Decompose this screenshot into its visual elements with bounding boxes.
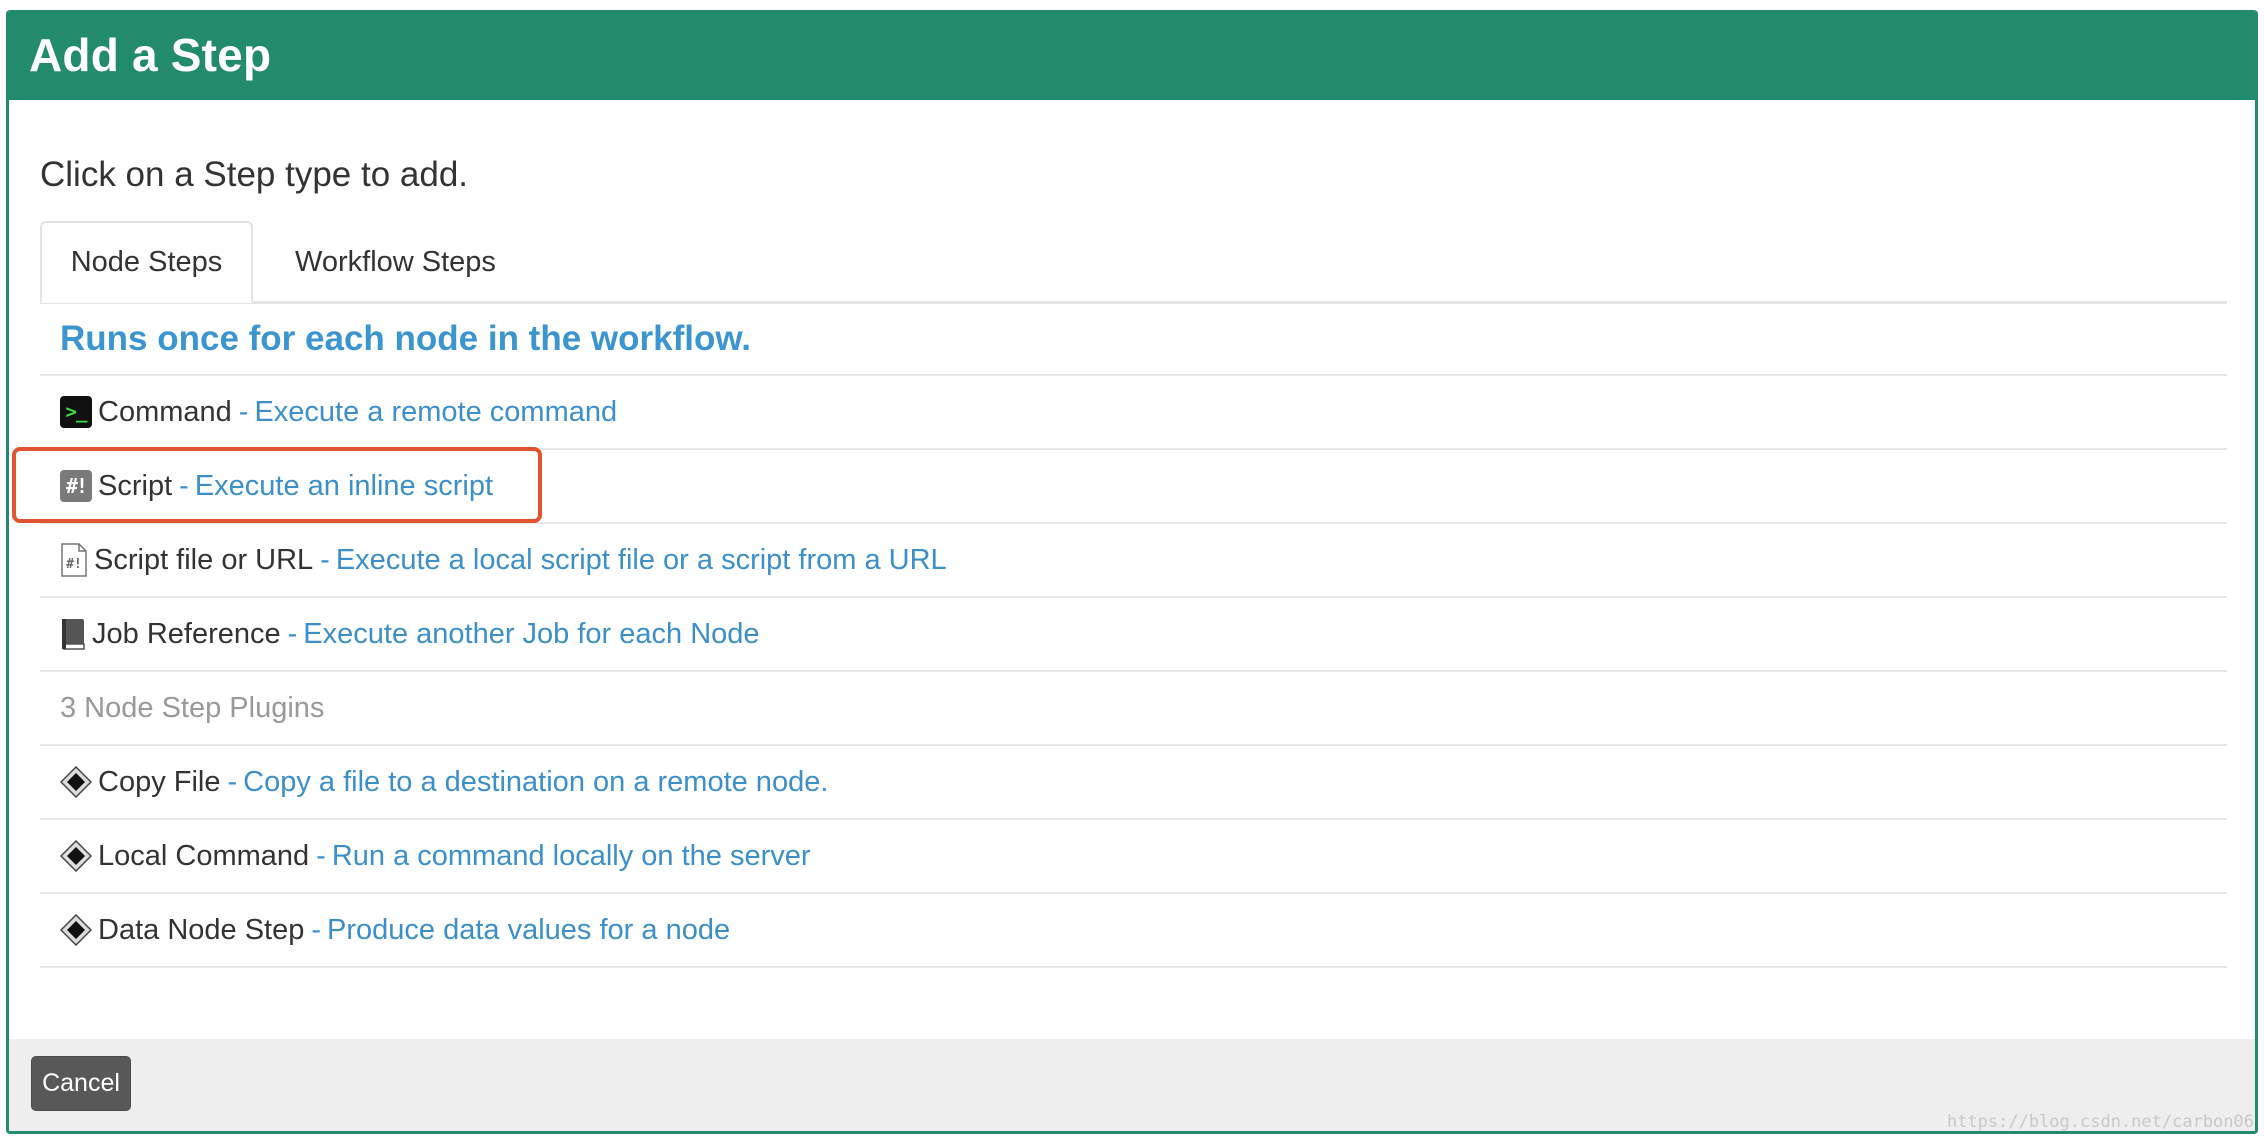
node-steps-header: Runs once for each node in the workflow. <box>40 304 2227 376</box>
book-icon <box>60 618 86 650</box>
step-copy-file[interactable]: Copy File - Copy a file to a destination… <box>40 746 2227 820</box>
step-description: Execute a local script file or a script … <box>335 543 947 576</box>
cancel-button[interactable]: Cancel <box>31 1056 131 1111</box>
step-name: Job Reference <box>92 617 281 650</box>
tab-workflow-steps[interactable]: Workflow Steps <box>295 221 496 303</box>
step-name: Data Node Step <box>98 913 305 946</box>
step-name: Copy File <box>98 765 221 798</box>
dialog-body: Click on a Step type to add. Node Steps … <box>9 100 2255 1039</box>
step-name: Script <box>98 469 173 502</box>
step-description: Execute another Job for each Node <box>303 617 760 650</box>
step-separator: - <box>320 543 330 576</box>
diamond-icon <box>60 914 92 946</box>
dialog-footer: Cancel <box>9 1039 2255 1131</box>
tab-node-steps[interactable]: Node Steps <box>40 221 253 303</box>
step-description: Copy a file to a destination on a remote… <box>243 765 829 798</box>
step-script[interactable]: #! Script - Execute an inline script <box>40 450 2227 524</box>
step-description: Run a command locally on the server <box>331 839 811 872</box>
step-script-file[interactable]: #! Script file or URL - Execute a local … <box>40 524 2227 598</box>
step-command[interactable]: >_ Command - Execute a remote command <box>40 376 2227 450</box>
terminal-icon: >_ <box>60 396 92 428</box>
step-name: Local Command <box>98 839 310 872</box>
step-separator: - <box>179 469 189 502</box>
step-description: Execute a remote command <box>254 395 618 428</box>
step-local-command[interactable]: Local Command - Run a command locally on… <box>40 820 2227 894</box>
instruction-text: Click on a Step type to add. <box>40 155 469 194</box>
step-name: Command <box>98 395 232 428</box>
step-type-tabs: Node Steps Workflow Steps <box>40 221 2227 304</box>
step-separator: - <box>311 913 322 946</box>
add-step-dialog: Add a Step Click on a Step type to add. … <box>6 10 2258 1134</box>
step-job-reference[interactable]: Job Reference - Execute another Job for … <box>40 598 2227 672</box>
node-steps-list: Runs once for each node in the workflow.… <box>40 304 2227 968</box>
dialog-header: Add a Step <box>9 10 2255 100</box>
script-file-icon: #! <box>60 543 88 577</box>
step-separator: - <box>287 617 298 650</box>
step-data-node-step[interactable]: Data Node Step - Produce data values for… <box>40 894 2227 968</box>
plugins-count-label: 3 Node Step Plugins <box>40 672 2227 746</box>
step-name: Script file or URL <box>94 543 314 576</box>
step-separator: - <box>227 765 238 798</box>
step-separator: - <box>238 395 249 428</box>
dialog-title: Add a Step <box>29 29 272 81</box>
svg-text:#!: #! <box>66 557 82 572</box>
diamond-icon <box>60 840 92 872</box>
step-description: Execute an inline script <box>194 469 494 502</box>
script-icon: #! <box>60 470 92 502</box>
diamond-icon <box>60 766 92 798</box>
watermark: https://blog.csdn.net/carbon06 <box>1946 1112 2254 1132</box>
step-separator: - <box>316 839 326 872</box>
step-description: Produce data values for a node <box>327 913 731 946</box>
